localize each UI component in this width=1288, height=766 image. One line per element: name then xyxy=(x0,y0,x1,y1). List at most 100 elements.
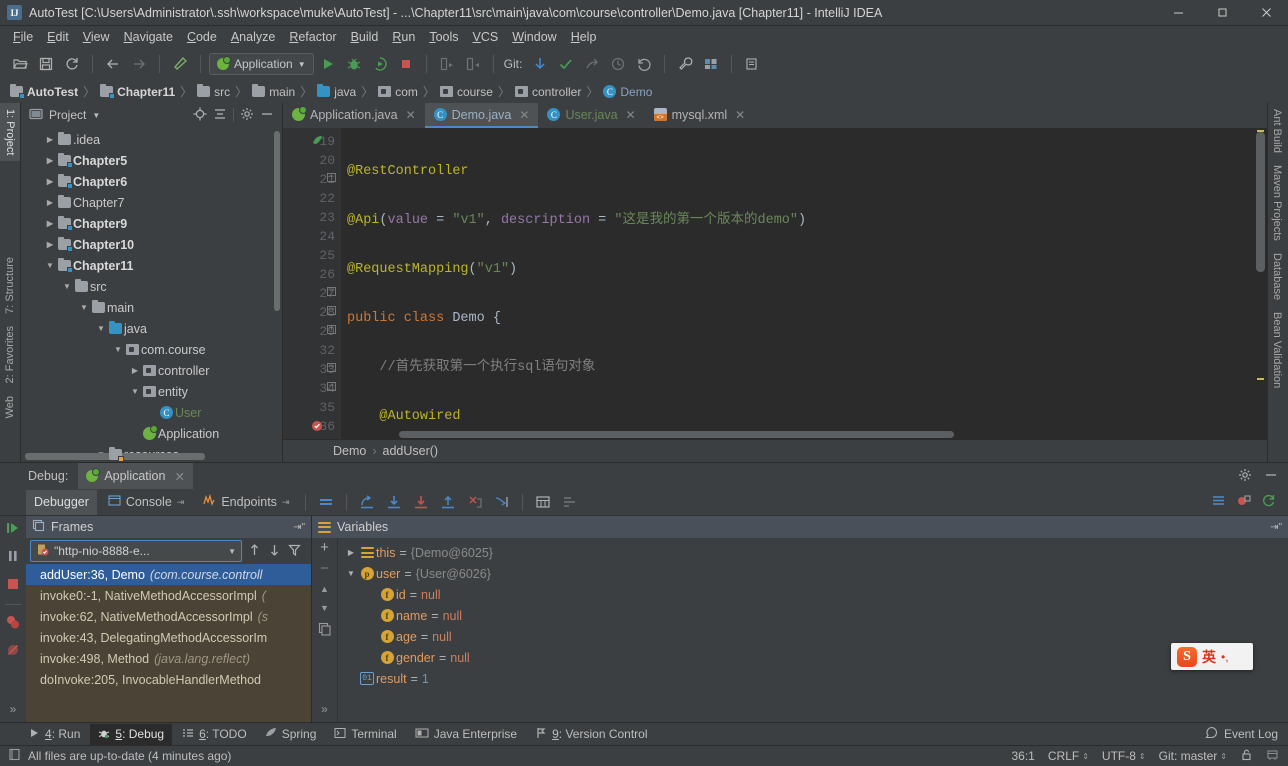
back-arrow-icon[interactable] xyxy=(101,52,125,76)
frame-item[interactable]: invoke:62, NativeMethodAccessorImpl (s xyxy=(26,606,311,627)
chevron-down-icon[interactable]: ▼ xyxy=(228,547,236,556)
close-icon[interactable]: ✕ xyxy=(626,108,636,122)
attach-debugger-icon[interactable] xyxy=(461,52,485,76)
drop-frame-icon[interactable] xyxy=(463,490,487,514)
tree-node-user[interactable]: C User xyxy=(21,402,282,423)
settings-wrench-icon[interactable] xyxy=(673,52,697,76)
debug-hide-icon[interactable] xyxy=(1264,468,1278,485)
git-push-icon[interactable] xyxy=(580,52,604,76)
sogou-ime-widget[interactable]: S 英 •, xyxy=(1171,643,1253,670)
menu-item-tools[interactable]: Tools xyxy=(422,28,465,46)
editor-breadcrumb-item[interactable]: addUser() xyxy=(383,444,439,458)
menu-item-analyze[interactable]: Analyze xyxy=(224,28,282,46)
variable-row-name[interactable]: f name = null xyxy=(338,605,1288,626)
sidebar-item-structure[interactable]: 7: Structure xyxy=(0,251,20,320)
sync-refresh-icon[interactable] xyxy=(60,52,84,76)
breadcrumb-main[interactable]: main xyxy=(250,84,297,99)
tree-node-chapter7[interactable]: ▶ Chapter7 xyxy=(21,192,282,213)
editor-tab-user-java[interactable]: C User.java ✕ xyxy=(538,103,644,128)
debug-button[interactable] xyxy=(342,52,366,76)
tree-node-chapter6[interactable]: ▶ Chapter6 xyxy=(21,171,282,192)
search-everywhere-icon[interactable] xyxy=(740,52,764,76)
add-watch-icon[interactable]: + xyxy=(320,540,329,555)
variable-row-gender[interactable]: f gender = null xyxy=(338,647,1288,668)
menu-item-navigate[interactable]: Navigate xyxy=(117,28,180,46)
tool-window-tab-javaenterprise[interactable]: Java Enterprise xyxy=(407,724,525,745)
project-tree-scrollbar[interactable] xyxy=(274,131,280,311)
menu-item-build[interactable]: Build xyxy=(344,28,386,46)
chevron-down-icon[interactable]: ▼ xyxy=(61,282,73,291)
hide-panel-icon[interactable] xyxy=(260,107,274,124)
collapse-all-icon[interactable] xyxy=(213,107,227,124)
tree-node-chapter11[interactable]: ▼ Chapter11 xyxy=(21,255,282,276)
settings-list-icon[interactable] xyxy=(1211,493,1226,511)
step-out-icon[interactable] xyxy=(436,490,460,514)
breadcrumb-com[interactable]: com xyxy=(376,85,420,99)
minimize-button[interactable] xyxy=(1156,0,1200,26)
breadcrumb-demo[interactable]: C Demo xyxy=(601,85,654,99)
fold-plus-icon[interactable]: + xyxy=(327,325,336,334)
move-down-icon[interactable]: ▼ xyxy=(320,603,329,613)
chevron-right-icon[interactable]: ▶ xyxy=(44,240,56,249)
variable-row-result[interactable]: 01 result = 1 xyxy=(338,668,1288,689)
fold-minus-icon[interactable]: − xyxy=(327,173,336,182)
forward-arrow-icon[interactable] xyxy=(127,52,151,76)
caret-position[interactable]: 36:1 xyxy=(1012,749,1035,763)
run-with-coverage-icon[interactable] xyxy=(368,52,392,76)
gutter-line-21[interactable]: −21 xyxy=(283,170,341,189)
tool-window-tab-spring[interactable]: Spring xyxy=(257,724,325,745)
gutter-line-28[interactable]: −28 xyxy=(283,303,341,322)
editor-horizontal-scrollbar[interactable] xyxy=(399,431,1240,438)
breadcrumb-chapter11[interactable]: Chapter11 xyxy=(98,84,177,99)
ime-mode-label[interactable]: 英 xyxy=(1202,647,1216,667)
run-to-cursor-icon[interactable] xyxy=(490,490,514,514)
compile-hammer-icon[interactable] xyxy=(168,52,192,76)
stop-button[interactable] xyxy=(394,52,418,76)
close-icon[interactable]: ✕ xyxy=(519,108,529,122)
tree-node-src[interactable]: ▼ src xyxy=(21,276,282,297)
variables-settings-icon[interactable]: ⇥" xyxy=(1270,522,1282,533)
layout-settings-icon[interactable] xyxy=(558,490,582,514)
frame-item[interactable]: invoke:43, DelegatingMethodAccessorIm xyxy=(26,627,311,648)
event-log-label[interactable]: Event Log xyxy=(1224,727,1278,741)
chevron-down-icon[interactable]: ▼ xyxy=(44,261,56,270)
git-history-icon[interactable] xyxy=(606,52,630,76)
gutter-line-19[interactable]: 19 xyxy=(283,132,341,151)
step-into-icon[interactable] xyxy=(382,490,406,514)
copy-value-icon[interactable] xyxy=(318,622,332,639)
menu-item-view[interactable]: View xyxy=(76,28,117,46)
menu-item-window[interactable]: Window xyxy=(505,28,563,46)
close-icon[interactable]: ✕ xyxy=(174,469,184,484)
debug-session-tab[interactable]: Application ✕ xyxy=(78,463,193,489)
frames-down-icon[interactable] xyxy=(268,543,281,560)
menu-item-run[interactable]: Run xyxy=(385,28,422,46)
ime-punctuation-label[interactable]: •, xyxy=(1221,650,1229,664)
chevron-down-icon[interactable]: ▼ xyxy=(112,345,124,354)
breadcrumb-java[interactable]: java xyxy=(315,84,358,99)
tree-node-java[interactable]: ▼ java xyxy=(21,318,282,339)
menu-item-file[interactable]: File xyxy=(6,28,40,46)
mute-breakpoints-icon[interactable] xyxy=(1236,493,1251,511)
gutter-line-35[interactable]: 35 xyxy=(283,398,341,417)
memory-indicator-icon[interactable] xyxy=(1266,748,1279,764)
chevron-right-icon[interactable]: ▶ xyxy=(344,548,358,557)
chevron-right-icon[interactable]: ▶ xyxy=(44,135,56,144)
code-editor[interactable]: 19 20 −21 22 23 24 25 26 −27−28+29 32 −33−34 35 36−3… xyxy=(283,128,1267,439)
open-project-icon[interactable] xyxy=(8,52,32,76)
maximize-button[interactable] xyxy=(1200,0,1244,26)
remove-watch-icon[interactable]: − xyxy=(320,561,329,576)
gutter-line-22[interactable]: 22 xyxy=(283,189,341,208)
right-tab-database[interactable]: Database xyxy=(1268,247,1286,306)
move-up-icon[interactable]: ▲ xyxy=(320,584,329,594)
fold-minus-icon[interactable]: − xyxy=(327,363,336,372)
chevron-down-icon[interactable]: ▼ xyxy=(92,111,100,120)
save-all-icon[interactable] xyxy=(34,52,58,76)
right-tab-ant-build[interactable]: Ant Build xyxy=(1268,103,1286,159)
frames-list[interactable]: addUser:36, Demo (com.course.controll invo… xyxy=(26,564,311,722)
breadcrumb-src[interactable]: src xyxy=(195,84,232,99)
menu-item-vcs[interactable]: VCS xyxy=(466,28,506,46)
close-button[interactable] xyxy=(1244,0,1288,26)
run-configuration-selector[interactable]: Application ▼ xyxy=(209,53,314,75)
editor-scrollbar-track[interactable] xyxy=(1254,128,1267,439)
editor-breadcrumb-item[interactable]: Demo xyxy=(333,444,366,458)
